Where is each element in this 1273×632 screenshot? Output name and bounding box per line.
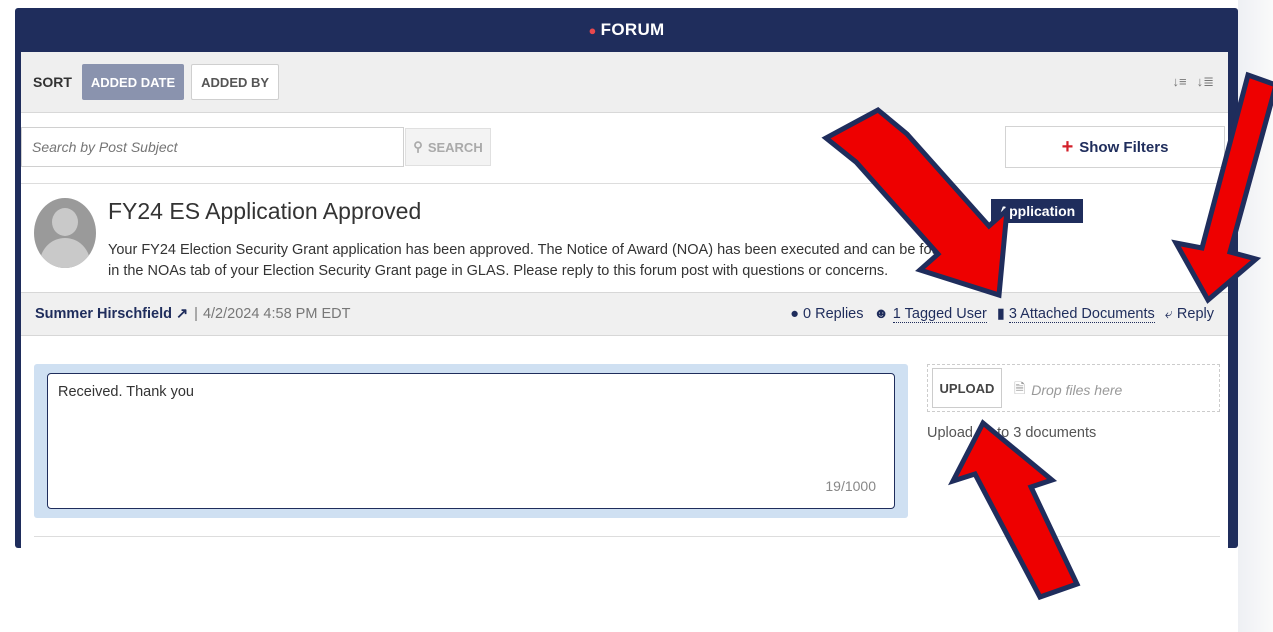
search-input[interactable] xyxy=(21,127,404,167)
show-filters-label: Show Filters xyxy=(1079,138,1169,156)
reply-icon: ⤶ xyxy=(1164,306,1173,322)
search-button[interactable]: ⚲ SEARCH xyxy=(405,128,491,166)
sort-added-by-button[interactable]: ADDED BY xyxy=(191,64,280,100)
forum-window: ● FORUM SORT ADDED DATE ADDED BY ↓≡ ↓≣ ⚲… xyxy=(15,8,1238,548)
tagged-users-label: 1 Tagged User xyxy=(892,306,987,323)
forum-header: ● FORUM xyxy=(15,8,1238,52)
search-icon: ⚲ xyxy=(413,139,423,154)
documents-icon: ▮ xyxy=(996,306,1005,322)
sort-direction-group: ↓≡ ↓≣ xyxy=(1173,74,1215,90)
file-cursor-icon: 🗎 xyxy=(1014,380,1026,396)
sort-asc-icon[interactable]: ↓≡ xyxy=(1173,74,1187,90)
upload-button[interactable]: UPLOAD xyxy=(932,368,1002,408)
category-tag[interactable]: Application xyxy=(991,199,1084,223)
drop-files-label: Drop files here xyxy=(1031,382,1123,398)
divider xyxy=(34,536,1220,537)
reply-button[interactable]: ⤶ Reply xyxy=(1165,306,1214,322)
post-date: 4/2/2024 4:58 PM EDT xyxy=(202,306,351,322)
user-icon: ☻ xyxy=(873,306,889,322)
sort-desc-icon[interactable]: ↓≣ xyxy=(1197,74,1214,90)
reply-text-value: Received. Thank you xyxy=(58,384,194,400)
forum-title: FORUM xyxy=(600,20,665,39)
forum-panel: SORT ADDED DATE ADDED BY ↓≡ ↓≣ ⚲ SEARCH … xyxy=(21,52,1228,548)
page-shadow xyxy=(1238,0,1273,632)
plus-icon: + xyxy=(1061,135,1074,158)
sort-bar: SORT ADDED DATE ADDED BY ↓≡ ↓≣ xyxy=(21,52,1228,113)
post-meta-bar: Summer Hirschfield ↗ | 4/2/2024 4:58 PM … xyxy=(21,292,1228,336)
reply-editor-container: Received. Thank you 19/1000 xyxy=(34,364,908,518)
search-button-label: SEARCH xyxy=(427,139,483,155)
sort-label: SORT xyxy=(33,74,72,90)
reply-label: Reply xyxy=(1176,306,1214,322)
drop-files-hint: 🗎 Drop files here xyxy=(1014,378,1122,402)
comment-icon: ● xyxy=(790,306,800,322)
tagged-users[interactable]: ☻ 1 Tagged User xyxy=(873,306,987,323)
chat-icon: ● xyxy=(588,22,597,38)
reply-textarea[interactable]: Received. Thank you 19/1000 xyxy=(47,373,895,509)
post-title: FY24 ES Application Approved xyxy=(108,198,422,224)
sort-added-date-button[interactable]: ADDED DATE xyxy=(81,64,185,100)
search-row: ⚲ SEARCH + Show Filters xyxy=(21,113,1228,183)
author-link[interactable]: Summer Hirschfield ↗ xyxy=(35,306,188,322)
file-drop-zone[interactable]: UPLOAD 🗎 Drop files here xyxy=(927,364,1220,412)
replies-label: 0 Replies xyxy=(803,306,864,322)
show-filters-button[interactable]: + Show Filters xyxy=(1005,126,1225,168)
forum-post: FY24 ES Application Approved Your FY24 E… xyxy=(21,183,1228,292)
attached-documents-label: 3 Attached Documents xyxy=(1008,306,1155,323)
meta-separator: | xyxy=(194,306,198,322)
post-actions: ● 0 Replies ☻ 1 Tagged User ▮ 3 Attached… xyxy=(790,306,1214,323)
character-counter: 19/1000 xyxy=(825,478,876,494)
avatar xyxy=(34,198,96,268)
upload-limit-note: Upload up to 3 documents xyxy=(927,425,1097,441)
attached-documents[interactable]: ▮ 3 Attached Documents xyxy=(996,306,1155,323)
post-body: Your FY24 Election Security Grant applic… xyxy=(108,242,956,279)
replies-count[interactable]: ● 0 Replies xyxy=(790,306,863,322)
